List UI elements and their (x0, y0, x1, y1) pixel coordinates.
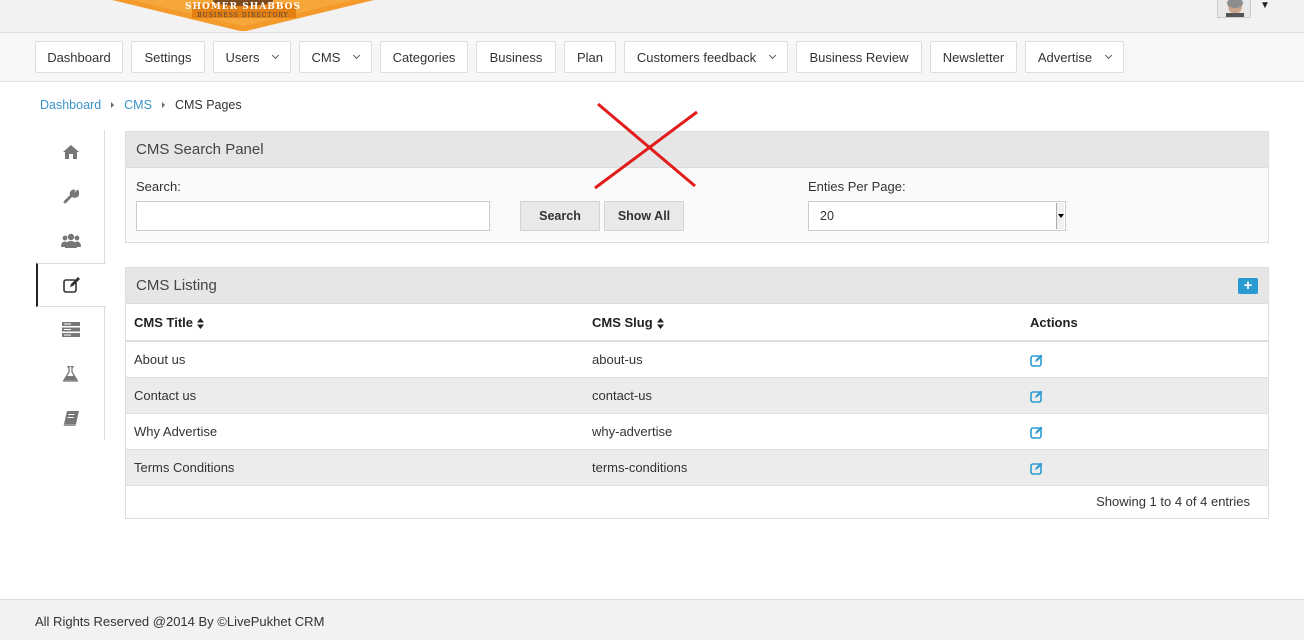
cell-title: Contact us (126, 377, 584, 414)
cell-title: Terms Conditions (126, 449, 584, 486)
server-icon (61, 321, 80, 337)
nav-business[interactable]: Business (476, 41, 556, 73)
sort-icon (197, 317, 204, 329)
breadcrumb-dashboard[interactable]: Dashboard (40, 98, 101, 112)
breadcrumb-separator-icon (111, 102, 115, 108)
chevron-down-icon (1105, 51, 1113, 60)
listing-panel-title: CMS Listing (136, 277, 217, 294)
listing-panel-heading: CMS Listing + (126, 268, 1268, 304)
flask-icon (63, 366, 78, 382)
user-avatar[interactable] (1217, 0, 1251, 18)
select-arrow-icon (1056, 203, 1064, 229)
add-page-button[interactable]: + (1238, 278, 1258, 294)
pagination-info: Showing 1 to 4 of 4 entries (1096, 494, 1250, 509)
nav-plan[interactable]: Plan (564, 41, 616, 73)
cell-actions (1022, 449, 1268, 486)
caret-down-icon[interactable]: ▼ (1260, 0, 1270, 11)
per-page-value: 20 (820, 209, 834, 223)
breadcrumb: Dashboard CMS CMS Pages (40, 98, 242, 112)
table-row: About us about-us (126, 341, 1268, 378)
column-header-actions: Actions (1022, 304, 1268, 342)
wrench-icon (63, 189, 79, 204)
column-label: CMS Title (134, 314, 193, 330)
nav-label: Advertise (1037, 49, 1093, 65)
sidebar-server[interactable] (36, 307, 105, 351)
footer: All Rights Reserved @2014 By ©LivePukhet… (0, 599, 1304, 640)
sidebar (36, 130, 106, 440)
nav-customers-feedback[interactable]: Customers feedback (624, 41, 788, 73)
cms-table: CMS Title CMS Slug Actions About us abou… (126, 304, 1268, 486)
cell-slug: why-advertise (584, 413, 1022, 450)
cell-actions (1022, 413, 1268, 450)
listing-panel: CMS Listing + CMS Title CMS Slug Actions… (125, 267, 1269, 519)
plus-icon: + (1243, 277, 1253, 294)
home-icon (62, 145, 79, 159)
sidebar-cms[interactable] (36, 263, 106, 307)
sidebar-book[interactable] (36, 396, 105, 440)
footer-text: All Rights Reserved @2014 By ©LivePukhet… (35, 614, 325, 629)
chevron-down-icon (353, 51, 361, 60)
nav-label: Newsletter (942, 49, 1005, 65)
nav-label: Plan (576, 49, 604, 65)
nav-label: Users (225, 49, 260, 65)
users-icon (60, 233, 81, 248)
nav-settings[interactable]: Settings (131, 41, 205, 73)
chevron-down-icon (769, 51, 777, 60)
cell-actions (1022, 377, 1268, 414)
main-nav: Dashboard Settings Users CMS Categories … (0, 33, 1304, 82)
column-header-title[interactable]: CMS Title (126, 304, 584, 342)
sidebar-users[interactable] (36, 218, 105, 262)
table-row: Why Advertise why-advertise (126, 413, 1268, 450)
cell-slug: about-us (584, 341, 1022, 378)
search-input[interactable] (136, 201, 490, 231)
nav-business-review[interactable]: Business Review (796, 41, 922, 73)
cell-title: About us (126, 341, 584, 378)
breadcrumb-current: CMS Pages (174, 98, 242, 112)
sort-icon (656, 317, 664, 329)
nav-dashboard[interactable]: Dashboard (35, 41, 123, 73)
cell-actions (1022, 341, 1268, 378)
nav-label: Dashboard (47, 49, 111, 65)
nav-label: CMS (311, 49, 341, 65)
column-header-slug[interactable]: CMS Slug (584, 304, 1022, 342)
nav-label: Categories (392, 49, 456, 65)
sidebar-flask[interactable] (36, 352, 105, 396)
edit-icon[interactable] (1030, 426, 1043, 439)
show-all-button[interactable]: Show All (604, 201, 684, 231)
breadcrumb-separator-icon (161, 102, 165, 108)
red-x-annotation-icon (594, 102, 698, 190)
edit-icon[interactable] (1030, 462, 1043, 475)
nav-label: Business Review (809, 49, 909, 65)
chevron-down-icon (272, 51, 280, 60)
nav-cms[interactable]: CMS (299, 41, 372, 73)
sidebar-home[interactable] (36, 130, 105, 174)
table-row: Contact us contact-us (126, 377, 1268, 414)
nav-newsletter[interactable]: Newsletter (930, 41, 1017, 73)
nav-categories[interactable]: Categories (380, 41, 468, 73)
search-button[interactable]: Search (520, 201, 600, 231)
edit-icon (63, 277, 80, 293)
cell-slug: contact-us (584, 377, 1022, 414)
nav-label: Business (489, 49, 543, 65)
column-label: CMS Slug (592, 314, 653, 330)
cell-slug: terms-conditions (584, 449, 1022, 486)
edit-icon[interactable] (1030, 390, 1043, 403)
cell-title: Why Advertise (126, 413, 584, 450)
nav-label: Settings (144, 49, 192, 65)
nav-label: Customers feedback (636, 49, 757, 65)
nav-users[interactable]: Users (213, 41, 291, 73)
edit-icon[interactable] (1030, 354, 1043, 367)
per-page-label: Enties Per Page: (808, 179, 906, 194)
sidebar-settings[interactable] (36, 174, 105, 218)
nav-advertise[interactable]: Advertise (1025, 41, 1124, 73)
breadcrumb-cms[interactable]: CMS (124, 98, 152, 112)
book-icon (63, 410, 79, 426)
search-label: Search: (136, 179, 181, 194)
top-header: SHOMER SHABBOS BUSINESS DIRECTORY ▼ (0, 0, 1304, 33)
table-row: Terms Conditions terms-conditions (126, 449, 1268, 486)
site-logo[interactable]: SHOMER SHABBOS BUSINESS DIRECTORY (112, 0, 374, 31)
per-page-select[interactable]: 20 (808, 201, 1066, 231)
